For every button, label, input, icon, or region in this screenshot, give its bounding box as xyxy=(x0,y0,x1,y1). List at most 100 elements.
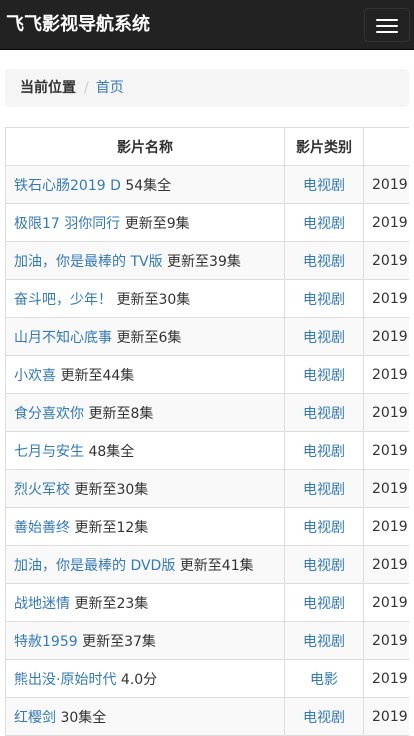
header-category: 影片类别 xyxy=(284,127,364,166)
table-row: 铁石心肠2019 D 54集全 电视剧 2019 xyxy=(5,165,409,204)
movie-title-link[interactable]: 铁石心肠2019 D xyxy=(14,178,121,194)
category-link[interactable]: 电视剧 xyxy=(303,520,345,536)
title-cell: 战地迷情 更新至23集 xyxy=(5,583,285,622)
movie-title-link[interactable]: 烈火军校 xyxy=(14,482,70,498)
category-cell: 电视剧 xyxy=(284,279,364,318)
top-navbar: 飞飞影视导航系统 xyxy=(0,0,414,50)
title-cell: 奋斗吧，少年！ 更新至30集 xyxy=(5,279,285,318)
category-link[interactable]: 电视剧 xyxy=(303,596,345,612)
movie-title-link[interactable]: 山月不知心底事 xyxy=(14,330,112,346)
episode-status: 更新至41集 xyxy=(179,557,254,574)
movie-title-link[interactable]: 红樱剑 xyxy=(14,710,56,726)
category-cell: 电视剧 xyxy=(284,697,364,736)
year-cell: 2019 xyxy=(363,621,409,660)
year-cell: 2019 xyxy=(363,697,409,736)
header-title: 影片名称 xyxy=(5,127,285,166)
category-cell: 电视剧 xyxy=(284,317,364,356)
year-cell: 2019 xyxy=(363,545,409,584)
title-cell: 红樱剑 30集全 xyxy=(5,697,285,736)
episode-status: 更新至23集 xyxy=(74,595,149,612)
category-link[interactable]: 电影 xyxy=(310,672,338,688)
year-cell: 2019 xyxy=(363,469,409,508)
table-row: 加油，你是最棒的 DVD版 更新至41集 电视剧 2019 xyxy=(5,545,409,584)
year-cell: 2019 xyxy=(363,279,409,318)
title-cell: 加油，你是最棒的 DVD版 更新至41集 xyxy=(5,545,285,584)
breadcrumb-separator: / xyxy=(84,80,89,96)
movie-table: 影片名称 影片类别 铁石心肠2019 D 54集全 电视剧 2019 极限17 羽你同… xyxy=(5,127,409,736)
table-row: 食分喜欢你 更新至8集 电视剧 2019 xyxy=(5,393,409,432)
movie-title-link[interactable]: 特赦1959 xyxy=(14,634,78,650)
movie-title-link[interactable]: 极限17 羽你同行 xyxy=(14,216,120,232)
category-link[interactable]: 电视剧 xyxy=(303,330,345,346)
table-row: 烈火军校 更新至30集 电视剧 2019 xyxy=(5,469,409,508)
year-cell: 2019 xyxy=(363,583,409,622)
category-link[interactable]: 电视剧 xyxy=(303,368,345,384)
category-cell: 电视剧 xyxy=(284,583,364,622)
table-row: 极限17 羽你同行 更新至9集 电视剧 2019 xyxy=(5,203,409,242)
title-cell: 善始善终 更新至12集 xyxy=(5,507,285,546)
category-link[interactable]: 电视剧 xyxy=(303,482,345,498)
movie-title-link[interactable]: 奋斗吧，少年！ xyxy=(14,292,112,308)
year-cell: 2019 xyxy=(363,393,409,432)
episode-status: 更新至30集 xyxy=(116,291,191,308)
category-cell: 电视剧 xyxy=(284,393,364,432)
category-link[interactable]: 电视剧 xyxy=(303,254,345,270)
title-cell: 特赦1959 更新至37集 xyxy=(5,621,285,660)
category-link[interactable]: 电视剧 xyxy=(303,216,345,232)
episode-status: 更新至37集 xyxy=(82,633,156,650)
movie-title-link[interactable]: 加油，你是最棒的 DVD版 xyxy=(14,558,175,574)
table-row: 奋斗吧，少年！ 更新至30集 电视剧 2019 xyxy=(5,279,409,318)
title-cell: 熊出没·原始时代 4.0分 xyxy=(5,659,285,698)
movie-title-link[interactable]: 七月与安生 xyxy=(14,444,84,460)
title-cell: 小欢喜 更新至44集 xyxy=(5,355,285,394)
movie-title-link[interactable]: 善始善终 xyxy=(14,520,70,536)
category-cell: 电视剧 xyxy=(284,507,364,546)
category-link[interactable]: 电视剧 xyxy=(303,558,345,574)
breadcrumb-home-link[interactable]: 首页 xyxy=(96,80,124,96)
table-row: 七月与安生 48集全 电视剧 2019 xyxy=(5,431,409,470)
movie-table-container[interactable]: 影片名称 影片类别 铁石心肠2019 D 54集全 电视剧 2019 极限17 羽你同… xyxy=(5,127,409,736)
category-link[interactable]: 电视剧 xyxy=(303,634,345,650)
episode-status: 更新至44集 xyxy=(60,367,135,384)
category-cell: 电视剧 xyxy=(284,241,364,280)
year-cell: 2019 xyxy=(363,431,409,470)
category-cell: 电视剧 xyxy=(284,431,364,470)
title-cell: 七月与安生 48集全 xyxy=(5,431,285,470)
year-cell: 2019 xyxy=(363,203,409,242)
table-header-row: 影片名称 影片类别 xyxy=(5,127,409,166)
category-link[interactable]: 电视剧 xyxy=(303,406,345,422)
episode-status: 更新至12集 xyxy=(74,519,149,536)
year-cell: 2019 xyxy=(363,165,409,204)
episode-status: 更新至39集 xyxy=(167,253,241,270)
movie-title-link[interactable]: 战地迷情 xyxy=(14,596,70,612)
category-link[interactable]: 电视剧 xyxy=(303,292,345,308)
movie-title-link[interactable]: 小欢喜 xyxy=(14,368,56,384)
table-row: 战地迷情 更新至23集 电视剧 2019 xyxy=(5,583,409,622)
title-cell: 极限17 羽你同行 更新至9集 xyxy=(5,203,285,242)
title-cell: 山月不知心底事 更新至6集 xyxy=(5,317,285,356)
category-cell: 电视剧 xyxy=(284,621,364,660)
title-cell: 铁石心肠2019 D 54集全 xyxy=(5,165,285,204)
category-cell: 电视剧 xyxy=(284,203,364,242)
category-link[interactable]: 电视剧 xyxy=(303,178,345,194)
episode-status: 54集全 xyxy=(125,177,172,194)
episode-status: 4.0分 xyxy=(120,671,158,688)
category-link[interactable]: 电视剧 xyxy=(303,444,345,460)
category-cell: 电视剧 xyxy=(284,355,364,394)
year-cell: 2019 xyxy=(363,507,409,546)
movie-title-link[interactable]: 熊出没·原始时代 xyxy=(14,672,116,688)
movie-title-link[interactable]: 加油，你是最棒的 TV版 xyxy=(14,254,163,270)
movie-title-link[interactable]: 食分喜欢你 xyxy=(14,406,84,422)
table-row: 小欢喜 更新至44集 电视剧 2019 xyxy=(5,355,409,394)
table-row: 红樱剑 30集全 电视剧 2019 xyxy=(5,697,409,736)
year-cell: 2019 xyxy=(363,355,409,394)
table-row: 善始善终 更新至12集 电视剧 2019 xyxy=(5,507,409,546)
table-row: 特赦1959 更新至37集 电视剧 2019 xyxy=(5,621,409,660)
category-link[interactable]: 电视剧 xyxy=(303,710,345,726)
menu-toggle-button[interactable] xyxy=(364,8,410,42)
site-brand[interactable]: 飞飞影视导航系统 xyxy=(6,12,150,38)
category-cell: 电视剧 xyxy=(284,165,364,204)
table-row: 加油，你是最棒的 TV版 更新至39集 电视剧 2019 xyxy=(5,241,409,280)
episode-status: 更新至30集 xyxy=(74,481,149,498)
episode-status: 30集全 xyxy=(60,709,107,726)
